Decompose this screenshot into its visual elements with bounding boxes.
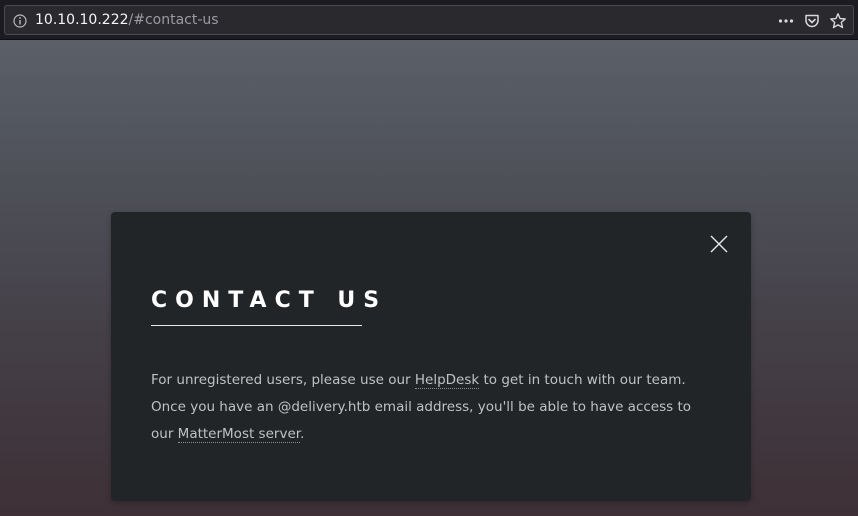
close-icon[interactable] (707, 232, 731, 256)
info-icon[interactable] (13, 13, 27, 28)
title-underline (151, 325, 362, 326)
pocket-icon[interactable] (803, 12, 821, 30)
modal-body-text: For unregistered users, please use our H… (151, 367, 711, 448)
browser-window: 10.10.10.222/#contact-us CONTACT US For … (0, 0, 858, 516)
url-path: /#contact-us (128, 12, 219, 28)
body-text-part3: . (300, 426, 305, 442)
page-action-icons (769, 12, 847, 30)
bookmark-star-icon[interactable] (829, 12, 847, 30)
contact-us-modal: CONTACT US For unregistered users, pleas… (111, 212, 751, 501)
helpdesk-link[interactable]: HelpDesk (414, 372, 480, 389)
modal-title: CONTACT US (151, 288, 388, 313)
body-text-part1: For unregistered users, please use our (151, 372, 415, 388)
more-actions-icon[interactable] (777, 12, 795, 30)
page-background: CONTACT US For unregistered users, pleas… (0, 40, 858, 516)
url-text[interactable]: 10.10.10.222/#contact-us (35, 12, 219, 28)
url-host: 10.10.10.222 (35, 12, 129, 28)
mattermost-link[interactable]: MatterMost server (177, 426, 301, 443)
browser-toolbar: 10.10.10.222/#contact-us (0, 0, 858, 40)
address-bar[interactable]: 10.10.10.222/#contact-us (4, 5, 854, 35)
